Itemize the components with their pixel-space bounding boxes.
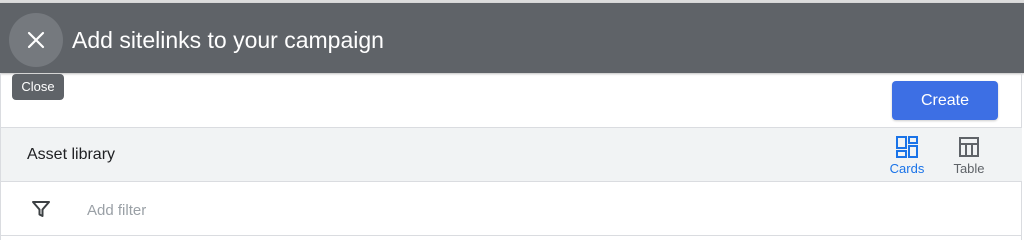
add-filter-input[interactable] [87,199,487,221]
close-icon [27,31,45,49]
view-cards-label: Cards [889,161,925,176]
dialog-title: Add sitelinks to your campaign [72,27,384,53]
close-tooltip: Close [12,74,64,100]
cards-view-icon [896,136,918,158]
view-table-button[interactable]: Table [942,136,996,178]
asset-library-title: Asset library [27,146,116,163]
table-view-icon [959,137,979,157]
view-table-label: Table [953,161,985,176]
asset-library-bar: Asset library Cards Table [1,127,1022,182]
filter-icon[interactable] [31,199,51,219]
dialog-header: Add sitelinks to your campaign [0,3,1024,73]
view-cards-button[interactable]: Cards [880,136,934,178]
filter-row [1,182,1022,236]
close-button[interactable] [9,13,63,67]
create-button[interactable]: Create [892,81,998,120]
